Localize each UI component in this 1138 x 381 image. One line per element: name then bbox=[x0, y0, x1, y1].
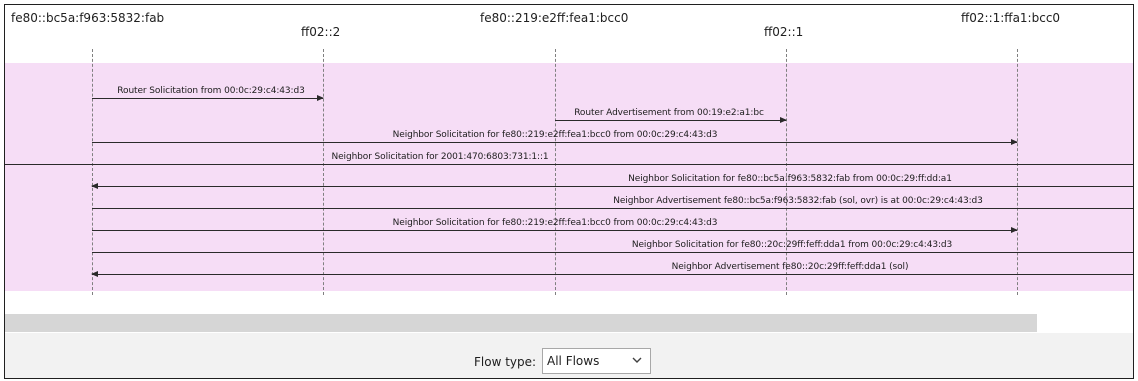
flow-arrow[interactable] bbox=[91, 271, 1133, 277]
arrow-left-icon bbox=[91, 183, 98, 189]
arrow-right-icon bbox=[780, 117, 787, 123]
flow-arrow[interactable] bbox=[92, 95, 324, 101]
lifeline-2 bbox=[555, 49, 556, 295]
flow-label[interactable]: Neighbor Solicitation for 2001:470:6803:… bbox=[331, 152, 548, 162]
flow-arrow[interactable] bbox=[91, 183, 1133, 189]
flow-arrow[interactable] bbox=[555, 117, 787, 123]
host-label-3: ff02::1 bbox=[764, 25, 804, 39]
flow-arrow[interactable] bbox=[92, 208, 1133, 209]
flow-arrow[interactable] bbox=[92, 252, 1133, 253]
flow-type-value: All Flows bbox=[547, 354, 600, 368]
arrow-right-icon bbox=[317, 95, 324, 101]
arrow-left-icon bbox=[91, 271, 98, 277]
flow-arrow[interactable] bbox=[5, 164, 1133, 165]
horizontal-scrollbar[interactable] bbox=[5, 314, 1037, 332]
footer-panel: Flow type: All Flows bbox=[5, 333, 1133, 378]
flow-label[interactable]: Neighbor Solicitation for fe80::20c:29ff… bbox=[632, 240, 952, 250]
flow-arrow[interactable] bbox=[92, 139, 1018, 145]
flow-label[interactable]: Router Solicitation from 00:0c:29:c4:43:… bbox=[117, 86, 305, 96]
arrow-right-icon bbox=[1011, 227, 1018, 233]
host-label-1: ff02::2 bbox=[301, 25, 341, 39]
flow-arrow[interactable] bbox=[92, 227, 1018, 233]
host-label-4: ff02::1:ffa1:bcc0 bbox=[961, 11, 1061, 25]
lifeline-3 bbox=[786, 49, 787, 295]
chevron-down-icon bbox=[632, 357, 642, 363]
lifeline-0 bbox=[92, 49, 93, 295]
flow-label[interactable]: Neighbor Advertisement fe80::20c:29ff:fe… bbox=[672, 262, 909, 272]
lifeline-4 bbox=[1017, 49, 1018, 295]
host-header: fe80::bc5a:f963:5832:fab ff02::2 fe80::2… bbox=[5, 5, 1133, 61]
flow-label[interactable]: Router Advertisement from 00:19:e2:a1:bc bbox=[574, 108, 764, 118]
arrow-right-icon bbox=[1011, 139, 1018, 145]
flow-label[interactable]: Neighbor Solicitation for fe80::219:e2ff… bbox=[393, 218, 718, 228]
flow-type-select[interactable]: All Flows bbox=[542, 348, 651, 374]
lifeline-1 bbox=[323, 49, 324, 295]
flow-label[interactable]: Neighbor Solicitation for fe80::bc5a:f96… bbox=[628, 174, 952, 184]
flow-label[interactable]: Neighbor Advertisement fe80::bc5a:f963:5… bbox=[613, 196, 983, 206]
host-label-0: fe80::bc5a:f963:5832:fab bbox=[11, 11, 165, 25]
flow-type-label: Flow type: bbox=[474, 355, 537, 369]
flow-graph-window: fe80::bc5a:f963:5832:fab ff02::2 fe80::2… bbox=[4, 4, 1134, 379]
host-label-2: fe80::219:e2ff:fea1:bcc0 bbox=[480, 11, 629, 25]
flow-label[interactable]: Neighbor Solicitation for fe80::219:e2ff… bbox=[393, 130, 718, 140]
